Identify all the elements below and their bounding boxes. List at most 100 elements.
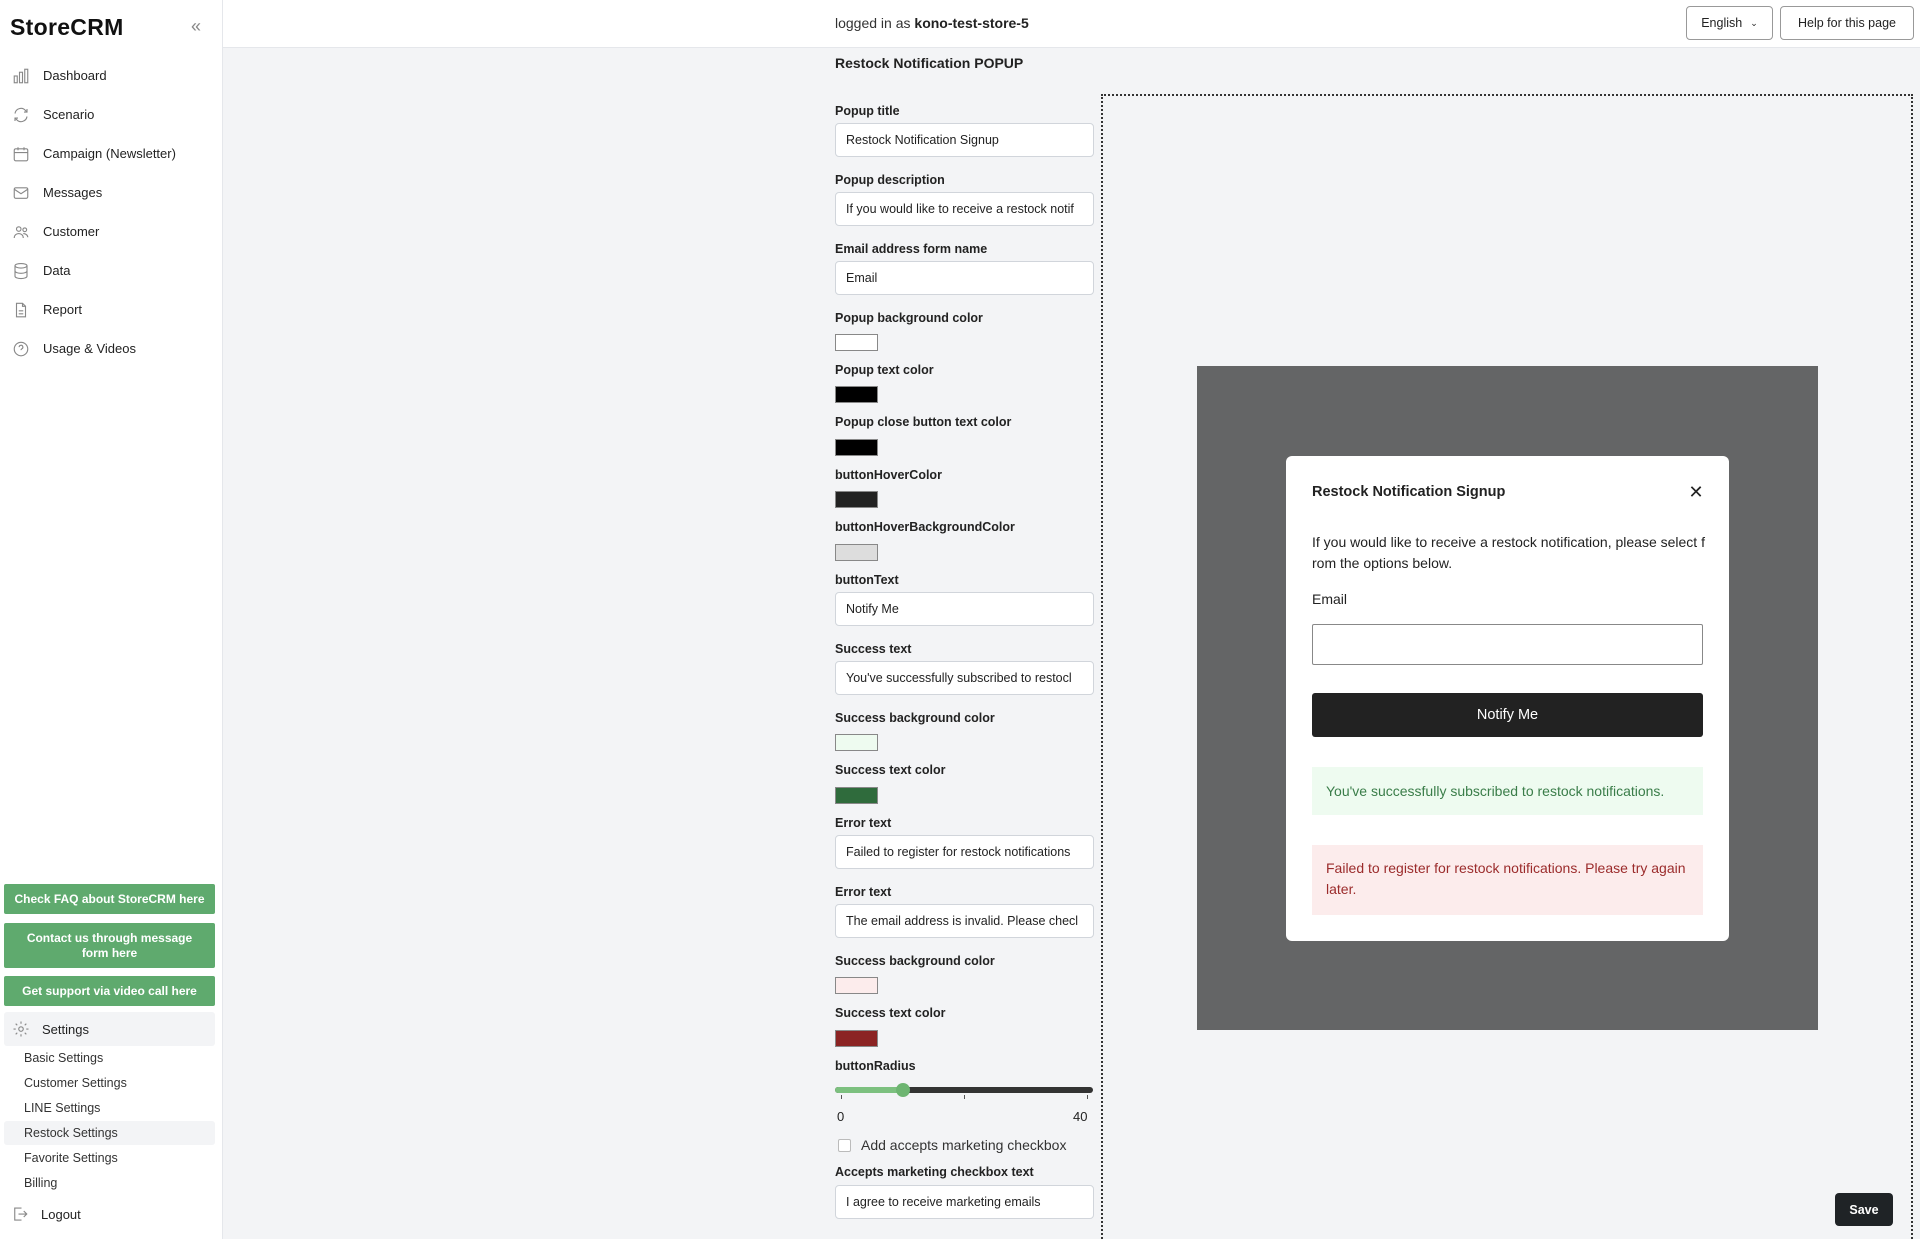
button-text-label: buttonText [835, 573, 899, 587]
calendar-icon [11, 144, 31, 164]
error-text-color-label: Success text color [835, 1006, 946, 1020]
success-text-input[interactable]: You've successfully subscribed to restoc… [835, 661, 1094, 695]
error-text-input[interactable]: Failed to register for restock notificat… [835, 835, 1094, 869]
sidebar-item-label: Customer [43, 224, 100, 239]
collapse-sidebar-icon[interactable]: « [186, 16, 206, 36]
help-circle-icon [11, 339, 31, 359]
popup-text-color-swatch[interactable] [835, 386, 878, 403]
button-hover-bg-color-swatch[interactable] [835, 544, 878, 561]
email-form-name-label: Email address form name [835, 242, 988, 256]
close-btn-text-color-swatch[interactable] [835, 439, 878, 456]
button-radius-label: buttonRadius [835, 1059, 916, 1073]
error-text-color-swatch[interactable] [835, 1030, 878, 1047]
sidebar-subitem-basic-settings[interactable]: Basic Settings [4, 1046, 215, 1070]
sidebar-item-messages[interactable]: Messages [0, 173, 222, 212]
button-hover-color-swatch[interactable] [835, 491, 878, 508]
sidebar-item-scenario[interactable]: Scenario [0, 95, 222, 134]
document-icon [11, 300, 31, 320]
save-button[interactable]: Save [1835, 1193, 1893, 1226]
popup-bg-color-swatch[interactable] [835, 334, 878, 351]
button-text-input[interactable]: Notify Me [835, 592, 1094, 626]
section-title: Restock Notification POPUP [835, 55, 1024, 71]
popup-bg-color-label: Popup background color [835, 311, 983, 325]
email-form-name-input[interactable]: Email [835, 261, 1094, 295]
success-text-label: Success text [835, 642, 912, 656]
preview-popup-title: Restock Notification Signup [1312, 484, 1506, 500]
sidebar-item-label: Report [43, 302, 83, 317]
logged-in-status: logged in as kono-test-store-5 [835, 15, 1029, 31]
database-icon [11, 261, 31, 281]
error-text-label: Error text [835, 816, 892, 830]
preview-notify-button[interactable]: Notify Me [1312, 693, 1703, 737]
accepts-marketing-text-label: Accepts marketing checkbox text [835, 1165, 1034, 1179]
logout-label: Logout [41, 1206, 81, 1222]
preview-email-input[interactable] [1312, 624, 1703, 665]
preview-popup: Restock Notification Signup ✕ If you wou… [1286, 456, 1729, 941]
accepts-marketing-checkbox-label: Add accepts marketing checkbox [861, 1137, 1067, 1153]
sidebar-item-label: Usage & Videos [43, 341, 136, 356]
logout-button[interactable]: Logout [11, 1205, 81, 1223]
button-radius-slider[interactable] [835, 1083, 1093, 1097]
chevron-down-icon: ⌄ [1750, 17, 1758, 28]
help-button[interactable]: Help for this page [1780, 6, 1914, 40]
preview-popup-description: If you would like to receive a restock n… [1312, 534, 1705, 571]
sidebar-subitem-favorite-settings[interactable]: Favorite Settings [4, 1146, 215, 1170]
popup-title-input[interactable]: Restock Notification Signup [835, 123, 1094, 157]
sidebar-item-label: Messages [43, 185, 103, 200]
close-icon[interactable]: ✕ [1686, 482, 1706, 503]
success-text-color-label: Success text color [835, 763, 946, 777]
refresh-icon [11, 105, 31, 125]
sidebar-item-label: Campaign (Newsletter) [43, 146, 176, 161]
sidebar-subitem-billing[interactable]: Billing [4, 1171, 215, 1195]
success-text-color-swatch[interactable] [835, 787, 878, 804]
sidebar-subitem-customer-settings[interactable]: Customer Settings [4, 1071, 215, 1095]
faq-button[interactable]: Check FAQ about StoreCRM here [4, 884, 215, 914]
close-btn-text-color-label: Popup close button text color [835, 415, 1012, 429]
sidebar-subitem-line-settings[interactable]: LINE Settings [4, 1096, 215, 1120]
preview-error-message: Failed to register for restock notificat… [1312, 845, 1703, 915]
app-logo: StoreCRM [10, 14, 124, 40]
accepts-marketing-checkbox[interactable] [838, 1138, 851, 1152]
success-bg-color-label: Success background color [835, 711, 995, 725]
language-select[interactable]: English ⌄ [1686, 6, 1773, 40]
sidebar-item-label: Scenario [43, 107, 95, 122]
sidebar-item-settings[interactable]: Settings [4, 1012, 215, 1046]
error-bg-color-label: Success background color [835, 954, 995, 968]
error-bg-color-swatch[interactable] [835, 977, 878, 994]
slider-tick [964, 1095, 965, 1099]
popup-title-label: Popup title [835, 104, 900, 118]
error-text2-label: Error text [835, 885, 892, 899]
sidebar-subitem-restock-settings[interactable]: Restock Settings [4, 1121, 215, 1145]
error-text2-input[interactable]: The email address is invalid. Please che… [835, 904, 1094, 938]
slider-thumb[interactable] [895, 1083, 910, 1097]
sidebar-nav: Dashboard Scenario Campaign (Newsletter)… [0, 56, 222, 368]
popup-text-color-label: Popup text color [835, 363, 934, 377]
accepts-marketing-text-input[interactable]: I agree to receive marketing emails [835, 1185, 1094, 1219]
video-support-button[interactable]: Get support via video call here [4, 976, 215, 1006]
preview-success-message: You've successfully subscribed to restoc… [1312, 767, 1703, 815]
sidebar-item-data[interactable]: Data [0, 251, 222, 290]
preview-email-label: Email [1312, 591, 1348, 607]
bar-chart-icon [11, 66, 31, 86]
sidebar-item-dashboard[interactable]: Dashboard [0, 56, 222, 95]
slider-tick [1087, 1095, 1088, 1099]
sidebar-item-customer[interactable]: Customer [0, 212, 222, 251]
popup-description-label: Popup description [835, 173, 945, 187]
slider-fill [835, 1087, 903, 1093]
mail-icon [11, 183, 31, 203]
success-bg-color-swatch[interactable] [835, 734, 878, 751]
store-name: kono-test-store-5 [914, 15, 1029, 31]
gear-icon [13, 1021, 29, 1037]
sidebar-item-label: Dashboard [43, 68, 107, 83]
sidebar-item-usage-videos[interactable]: Usage & Videos [0, 329, 222, 368]
sidebar-item-report[interactable]: Report [0, 290, 222, 329]
button-hover-bg-color-label: buttonHoverBackgroundColor [835, 520, 1015, 534]
contact-form-button[interactable]: Contact us through message form here [4, 923, 215, 968]
sidebar-item-campaign[interactable]: Campaign (Newsletter) [0, 134, 222, 173]
logout-icon [14, 1207, 28, 1221]
accepts-marketing-checkbox-row[interactable]: Add accepts marketing checkbox [838, 1137, 1066, 1153]
slider-tick [841, 1095, 842, 1099]
top-header: logged in as kono-test-store-5 English ⌄… [223, 0, 1920, 48]
button-hover-color-label: buttonHoverColor [835, 468, 942, 482]
popup-description-input[interactable]: If you would like to receive a restock n… [835, 192, 1094, 226]
